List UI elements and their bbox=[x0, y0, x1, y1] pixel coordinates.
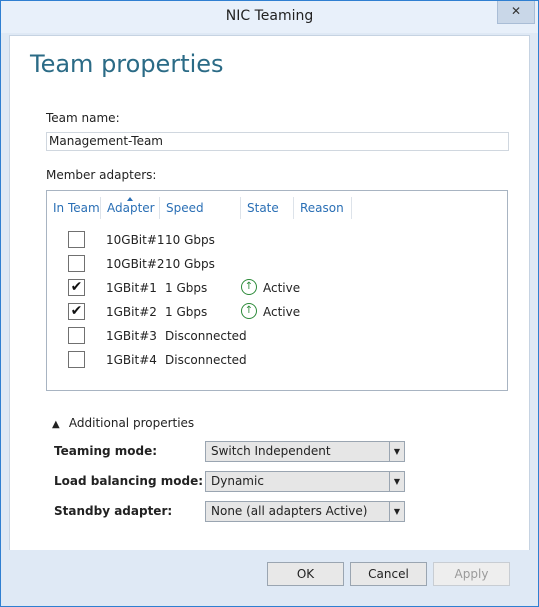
adapter-name: 1GBit#4 bbox=[106, 353, 157, 367]
in-team-checkbox[interactable] bbox=[68, 255, 85, 272]
adapter-name: 1GBit#3 bbox=[106, 329, 157, 343]
chevron-down-icon[interactable]: ▼ bbox=[389, 472, 404, 491]
chevron-down-icon[interactable]: ▼ bbox=[389, 442, 404, 461]
column-header-state[interactable]: State bbox=[241, 197, 294, 219]
ok-button[interactable]: OK bbox=[267, 562, 344, 586]
team-name-label: Team name: bbox=[46, 111, 120, 125]
in-team-checkbox[interactable] bbox=[68, 327, 85, 344]
adapter-name: 10GBit#2 bbox=[106, 257, 165, 271]
column-header-adapter-label: Adapter bbox=[107, 201, 155, 215]
adapter-speed: Disconnected bbox=[165, 329, 247, 343]
adapter-speed: 10 Gbps bbox=[165, 257, 215, 271]
standby-adapter-value: None (all adapters Active) bbox=[211, 504, 368, 518]
close-icon: ✕ bbox=[510, 4, 522, 18]
adapter-state: Active bbox=[263, 281, 301, 295]
team-name-input[interactable]: Management-Team bbox=[46, 132, 509, 151]
load-balancing-value: Dynamic bbox=[211, 474, 264, 488]
teaming-mode-label: Teaming mode: bbox=[54, 444, 158, 458]
cancel-button[interactable]: Cancel bbox=[350, 562, 427, 586]
close-button[interactable]: ✕ bbox=[497, 1, 535, 24]
adapter-speed: 1 Gbps bbox=[165, 281, 208, 295]
additional-properties-toggle[interactable]: ▲ Additional properties bbox=[52, 416, 194, 430]
up-arrow-circle-icon: ↑ bbox=[241, 303, 257, 319]
in-team-checkbox[interactable] bbox=[68, 231, 85, 248]
adapter-row[interactable]: 10GBit#2 10 Gbps bbox=[47, 252, 507, 276]
member-adapters-grid: In Team Adapter Speed State Reason 10GBi… bbox=[46, 190, 508, 391]
adapter-row[interactable]: ✔ 1GBit#2 1 Gbps ↑ Active bbox=[47, 300, 507, 324]
chevron-up-icon: ▲ bbox=[52, 419, 60, 430]
apply-button[interactable]: Apply bbox=[433, 562, 510, 586]
chevron-down-icon[interactable]: ▼ bbox=[389, 502, 404, 521]
teaming-mode-value: Switch Independent bbox=[211, 444, 331, 458]
adapter-name: 10GBit#1 bbox=[106, 233, 165, 247]
adapter-speed: 1 Gbps bbox=[165, 305, 208, 319]
adapter-state: Active bbox=[263, 305, 301, 319]
adapter-row[interactable]: 1GBit#4 Disconnected bbox=[47, 348, 507, 372]
adapter-row[interactable]: 1GBit#3 Disconnected bbox=[47, 324, 507, 348]
load-balancing-select[interactable]: Dynamic ▼ bbox=[205, 471, 405, 492]
column-header-reason[interactable]: Reason bbox=[294, 197, 352, 219]
column-header-adapter[interactable]: Adapter bbox=[101, 197, 160, 219]
standby-adapter-select[interactable]: None (all adapters Active) ▼ bbox=[205, 501, 405, 522]
additional-properties-label: Additional properties bbox=[68, 416, 195, 430]
dialog-content: Team properties Team name: Management-Te… bbox=[9, 35, 530, 552]
nic-teaming-window: NIC Teaming ✕ Team properties Team name:… bbox=[0, 0, 539, 607]
adapter-name: 1GBit#1 bbox=[106, 281, 157, 295]
in-team-checkbox[interactable]: ✔ bbox=[68, 279, 85, 296]
in-team-checkbox[interactable]: ✔ bbox=[68, 303, 85, 320]
load-balancing-label: Load balancing mode: bbox=[54, 474, 204, 488]
in-team-checkbox[interactable] bbox=[68, 351, 85, 368]
sort-ascending-icon bbox=[127, 197, 133, 201]
title-bar: NIC Teaming ✕ bbox=[1, 1, 538, 33]
standby-adapter-label: Standby adapter: bbox=[54, 504, 173, 518]
column-header-speed[interactable]: Speed bbox=[160, 197, 241, 219]
adapter-name: 1GBit#2 bbox=[106, 305, 157, 319]
page-title: Team properties bbox=[30, 50, 224, 78]
column-header-in-team[interactable]: In Team bbox=[47, 197, 101, 219]
adapter-row[interactable]: 10GBit#1 10 Gbps bbox=[47, 228, 507, 252]
adapter-speed: 10 Gbps bbox=[165, 233, 215, 247]
member-adapters-label: Member adapters: bbox=[46, 168, 157, 182]
up-arrow-circle-icon: ↑ bbox=[241, 279, 257, 295]
adapter-speed: Disconnected bbox=[165, 353, 247, 367]
button-bar: OK Cancel Apply bbox=[1, 550, 538, 606]
window-title: NIC Teaming bbox=[225, 8, 314, 24]
teaming-mode-select[interactable]: Switch Independent ▼ bbox=[205, 441, 405, 462]
adapter-row[interactable]: ✔ 1GBit#1 1 Gbps ↑ Active bbox=[47, 276, 507, 300]
